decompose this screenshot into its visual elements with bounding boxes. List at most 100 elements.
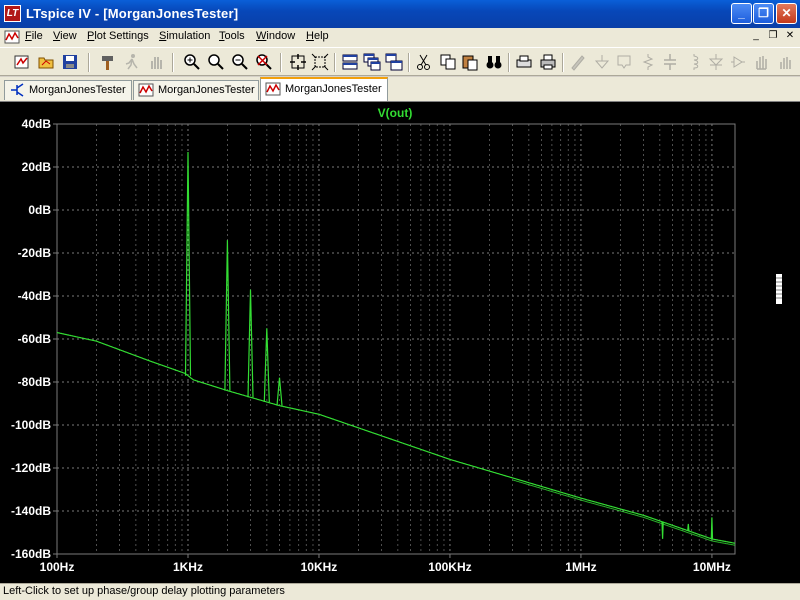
phase-axis-marker[interactable] bbox=[776, 274, 782, 304]
trace-peak[interactable] bbox=[184, 151, 192, 376]
paste-button[interactable] bbox=[460, 52, 480, 72]
waveform-chart[interactable]: 40dB 20dB 0dB -20dB -40dB -60dB -80dB -100dB -12… bbox=[0, 102, 800, 584]
diode-icon bbox=[708, 54, 724, 70]
tile-vertical-button[interactable] bbox=[384, 52, 404, 72]
menu-file[interactable]: File bbox=[25, 30, 43, 42]
print-button[interactable] bbox=[538, 52, 558, 72]
menu-view[interactable]: View bbox=[53, 30, 77, 42]
run-button[interactable] bbox=[12, 52, 32, 72]
x-tick-label: 10MHz bbox=[693, 560, 731, 574]
fit-button[interactable] bbox=[310, 52, 330, 72]
run-sim-button[interactable] bbox=[122, 52, 142, 72]
diode-button[interactable] bbox=[706, 52, 726, 72]
find-button[interactable] bbox=[484, 52, 504, 72]
hand-icon bbox=[151, 57, 162, 69]
autorange-icon bbox=[290, 54, 306, 70]
y-tick-label: -140dB bbox=[11, 504, 51, 518]
cascade-icon bbox=[363, 53, 381, 71]
doc-minimize-button[interactable]: _ bbox=[748, 29, 764, 44]
zoom-in-icon bbox=[184, 54, 200, 70]
save-button[interactable] bbox=[60, 52, 80, 72]
ground-icon bbox=[594, 55, 610, 69]
tab-waveform-2[interactable]: MorganJonesTester bbox=[260, 77, 388, 101]
open-button[interactable] bbox=[36, 52, 56, 72]
y-tick-label: 20dB bbox=[22, 160, 52, 174]
x-tick-label: 10KHz bbox=[301, 560, 338, 574]
tab-schematic[interactable]: MorganJonesTester bbox=[4, 80, 132, 100]
pan-button[interactable] bbox=[206, 52, 226, 72]
print-preview-button[interactable] bbox=[514, 52, 534, 72]
doc-restore-button[interactable]: ❐ bbox=[765, 29, 781, 44]
tile-horizontal-button[interactable] bbox=[340, 52, 360, 72]
open-folder-icon bbox=[38, 57, 54, 69]
scissors-icon bbox=[417, 54, 430, 70]
resistor-icon bbox=[642, 54, 654, 70]
running-man-icon bbox=[125, 54, 138, 70]
component-button[interactable] bbox=[728, 52, 748, 72]
inductor-button[interactable] bbox=[684, 52, 704, 72]
label-net-button[interactable] bbox=[614, 52, 634, 72]
resistor-button[interactable] bbox=[638, 52, 658, 72]
trace-peak[interactable] bbox=[710, 517, 714, 539]
zoom-pan-icon bbox=[208, 54, 224, 70]
y-tick-label: -40dB bbox=[18, 289, 52, 303]
cascade-button[interactable] bbox=[362, 52, 382, 72]
waveform-doc-icon[interactable] bbox=[4, 29, 20, 45]
tab-waveform-1[interactable]: MorganJonesTester bbox=[133, 80, 259, 100]
y-tick-label: -100dB bbox=[11, 418, 51, 432]
hammer-icon bbox=[102, 56, 113, 70]
tile-horizontal-icon bbox=[342, 54, 358, 70]
copy-button[interactable] bbox=[438, 52, 458, 72]
doc-close-button[interactable]: ✕ bbox=[782, 29, 798, 44]
new-schematic-icon bbox=[14, 55, 29, 69]
document-tabs: MorganJonesTester MorganJonesTester Morg… bbox=[0, 77, 800, 101]
trace-vout[interactable] bbox=[56, 331, 736, 544]
fit-icon bbox=[311, 53, 329, 71]
x-tick-label: 1KHz bbox=[173, 560, 203, 574]
drag-button[interactable] bbox=[776, 52, 796, 72]
maximize-button[interactable]: ❐ bbox=[753, 3, 774, 24]
close-button[interactable]: ✕ bbox=[776, 3, 797, 24]
control-panel-button[interactable] bbox=[98, 52, 118, 72]
pencil-icon bbox=[571, 55, 585, 71]
zoom-out-button[interactable] bbox=[230, 52, 250, 72]
trace-peak[interactable] bbox=[247, 289, 254, 398]
binoculars-icon bbox=[486, 56, 502, 69]
y-tick-label: 40dB bbox=[22, 117, 52, 131]
menu-help[interactable]: Help bbox=[306, 30, 329, 42]
trace-peak[interactable] bbox=[687, 523, 690, 531]
capacitor-icon bbox=[664, 54, 676, 70]
schematic-icon bbox=[11, 83, 24, 97]
cut-button[interactable] bbox=[414, 52, 434, 72]
zoom-cancel-button[interactable] bbox=[254, 52, 274, 72]
menu-simulation[interactable]: Simulation bbox=[159, 30, 210, 42]
printer-icon bbox=[540, 54, 556, 70]
zoom-in-button[interactable] bbox=[182, 52, 202, 72]
autorange-button[interactable] bbox=[288, 52, 308, 72]
y-tick-label: -60dB bbox=[18, 332, 52, 346]
menu-tools[interactable]: Tools bbox=[219, 30, 245, 42]
paste-icon bbox=[462, 55, 478, 71]
tile-vertical-icon bbox=[385, 53, 403, 71]
move-hand-icon bbox=[756, 56, 767, 70]
waveform-icon bbox=[138, 83, 154, 97]
wire-button[interactable] bbox=[568, 52, 588, 72]
trace-label-vout[interactable]: V(out) bbox=[378, 106, 413, 120]
menu-plot-settings[interactable]: Plot Settings bbox=[87, 30, 149, 42]
ground-button[interactable] bbox=[592, 52, 612, 72]
y-tick-label: -80dB bbox=[18, 375, 52, 389]
title-bar[interactable]: LT LTspice IV - [MorganJonesTester] _ ❐ … bbox=[0, 0, 800, 28]
waveform-plot-pane[interactable]: 40dB 20dB 0dB -20dB -40dB -60dB -80dB -100dB -12… bbox=[0, 101, 800, 583]
minimize-button[interactable]: _ bbox=[731, 3, 752, 24]
x-tick-label: 100Hz bbox=[40, 560, 75, 574]
ltspice-app-icon[interactable]: LT bbox=[4, 5, 21, 22]
halt-button[interactable] bbox=[146, 52, 166, 72]
drag-hand-icon bbox=[780, 57, 791, 69]
trace-peak[interactable] bbox=[661, 521, 664, 539]
window-title: LTspice IV - [MorganJonesTester] bbox=[26, 6, 239, 21]
capacitor-button[interactable] bbox=[660, 52, 680, 72]
menu-window[interactable]: Window bbox=[256, 30, 295, 42]
save-icon bbox=[63, 55, 77, 69]
move-button[interactable] bbox=[752, 52, 772, 72]
label-icon bbox=[617, 55, 631, 69]
